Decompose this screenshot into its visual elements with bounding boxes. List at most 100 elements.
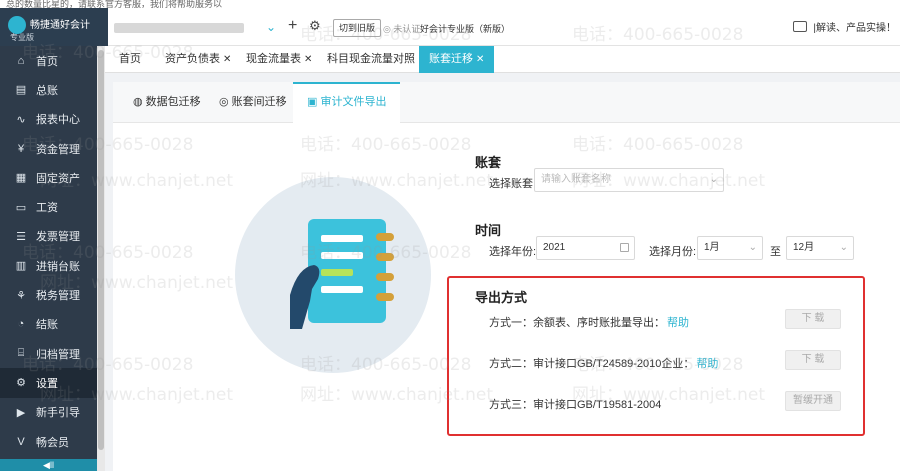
tab-label: 现金流量表 <box>246 53 301 65</box>
gear-icon[interactable]: ⚙ <box>309 18 321 34</box>
sidebar-item-label: 工资 <box>36 202 58 215</box>
subtab-label: 账套间迁移 <box>231 96 287 108</box>
scrollbar-thumb[interactable] <box>98 50 104 450</box>
not-yet-available-button[interactable]: 暂缓开通 <box>785 391 841 411</box>
account-selector[interactable]: ⌄ <box>110 18 282 38</box>
account-section-title: 账套 <box>475 155 502 170</box>
sidebar-item-icon: ▭ <box>15 201 27 214</box>
sidebar-item-icon: ▤ <box>15 84 27 97</box>
time-section-title: 时间 <box>475 223 502 238</box>
transfer-icon: ◎ <box>219 96 229 108</box>
sidebar-item[interactable]: ▦ 固定资产 <box>0 163 97 192</box>
cert-status: ◎ 未认证 <box>383 24 421 34</box>
subtab-audit-export[interactable]: ▣ 审计文件导出 <box>293 82 401 124</box>
sidebar-item[interactable]: V 畅会员 <box>0 427 97 456</box>
export-method-1: 方式一：余额表、序时账批量导出： 帮助 <box>489 314 689 330</box>
sidebar-item-icon: ▦ <box>15 172 27 185</box>
chevron-down-icon: ⌄ <box>839 242 848 253</box>
subtab-label: 审计文件导出 <box>320 96 387 108</box>
chevron-down-icon: ⌄ <box>709 174 718 185</box>
close-icon[interactable]: ✕ <box>304 54 312 65</box>
sidebar-scrollbar[interactable] <box>97 46 105 471</box>
sidebar-item-icon: ∿ <box>16 113 26 126</box>
month-label: 选择月份: <box>649 246 697 258</box>
sidebar-item-icon: ⌂ <box>17 54 25 67</box>
sidebar-item[interactable]: ⌸ 归档管理 <box>0 339 97 368</box>
sidebar-item-label: 报表中心 <box>36 114 80 127</box>
sidebar-item-label: 资金管理 <box>36 143 80 156</box>
sidebar-item-label: 发票管理 <box>36 231 80 244</box>
sidebar-item-icon: V <box>17 435 25 448</box>
sidebar-item-label: 结账 <box>36 319 58 332</box>
sidebar-item[interactable]: ⚙ 设置 <box>0 368 97 398</box>
tab-balance-sheet[interactable]: 资产负债表 ✕ <box>165 46 231 73</box>
month-from-select[interactable]: 1月 ⌄ <box>697 236 763 260</box>
close-icon[interactable]: ✕ <box>223 54 231 65</box>
tab-label: 账套迁移 <box>429 53 473 65</box>
sidebar-item-icon: ▥ <box>15 260 27 273</box>
tab-cash-flow[interactable]: 现金流量表 ✕ <box>246 46 312 73</box>
logo-title: 畅捷通好会计 <box>30 20 90 31</box>
sidebar-item[interactable]: ▭ 工资 <box>0 192 97 221</box>
sidebar-item-label: 总账 <box>36 84 58 97</box>
sidebar-item[interactable]: ∿ 报表中心 <box>0 105 97 134</box>
sidebar-item[interactable]: ⚘ 税务管理 <box>0 280 97 309</box>
tab-home[interactable]: 首页 <box>119 46 141 73</box>
sidebar-item-label: 新手引导 <box>36 407 80 420</box>
app-logo[interactable]: 畅捷通好会计 专业版 <box>0 8 108 46</box>
sidebar-item-icon: ☰ <box>16 230 26 243</box>
subtab-bar: ◍ 数据包迁移 ◎ 账套间迁移 ▣ 审计文件导出 <box>113 82 900 124</box>
sidebar-item-icon: ⚘ <box>16 289 26 302</box>
sidebar-collapse-button[interactable]: ◀ll <box>0 459 97 471</box>
tab-label: 首页 <box>119 53 141 65</box>
sidebar-item-icon: ¥ <box>17 142 25 155</box>
subtab-inter-account-migration[interactable]: ◎ 账套间迁移 <box>219 82 287 123</box>
sidebar-item[interactable]: ▤ 总账 <box>0 75 97 104</box>
method-label: 方式一：余额表、序时账批量导出： <box>489 317 665 329</box>
cert-status-text: 未认证 <box>393 24 421 34</box>
sidebar-item-icon: ⌸ <box>17 347 25 360</box>
year-value: 2021 <box>543 242 566 253</box>
sidebar-item-label: 畅会员 <box>36 436 69 449</box>
sidebar-item[interactable]: ¥ 资金管理 <box>0 134 97 163</box>
year-picker[interactable]: 2021 <box>536 236 635 260</box>
package-icon: ◍ <box>133 96 143 108</box>
sidebar-item-icon: ◔ <box>17 318 25 331</box>
tab-account-migration[interactable]: 账套迁移 ✕ <box>419 46 495 73</box>
sidebar-item[interactable]: ☰ 发票管理 <box>0 222 97 251</box>
export-method-3: 方式三：审计接口GB/T19581-2004 <box>489 396 661 412</box>
download-button-1[interactable]: 下 载 <box>785 309 841 329</box>
account-input[interactable]: 请输入账套名称 ⌄ <box>534 168 724 192</box>
edition-label: 好会计专业版（新版） <box>420 24 511 34</box>
month-from-value: 1月 <box>704 242 720 253</box>
sidebar-item[interactable]: ⌂ 首页 <box>0 46 97 75</box>
sidebar-item[interactable]: ▥ 进销台账 <box>0 251 97 280</box>
tab-bar: 首页 资产负债表✕ 现金流量表✕ 科目现金流量对照✕ 账套迁移✕ <box>105 46 900 73</box>
method-label: 方式三：审计接口GB/T19581-2004 <box>489 399 662 411</box>
export-section-title: 导出方式 <box>475 290 528 305</box>
sidebar-item-label: 固定资产 <box>36 172 80 185</box>
sidebar-item-icon: ⚙ <box>16 377 26 390</box>
sidebar-item[interactable]: ▶ 新手引导 <box>0 398 97 427</box>
help-link[interactable]: 帮助 <box>696 358 718 370</box>
help-link[interactable]: 帮助 <box>667 317 689 329</box>
switch-old-version-button[interactable]: 切到旧版 <box>333 19 382 37</box>
subtab-label: 数据包迁移 <box>145 96 201 108</box>
tv-icon[interactable] <box>793 21 808 32</box>
top-right-text[interactable]: |解读、产品实操！ <box>813 19 896 34</box>
add-icon[interactable]: + <box>288 17 297 35</box>
download-button-2[interactable]: 下 载 <box>785 350 841 370</box>
sidebar-item[interactable]: ◔ 结账 <box>0 310 97 339</box>
logo-subtitle: 专业版 <box>10 33 34 42</box>
top-header: 畅捷通好会计 专业版 ⌄ + ⚙ 切到旧版 ◎ 未认证 好会计专业版（新版） |… <box>0 8 900 46</box>
to-label: 至 <box>770 246 781 258</box>
chevron-down-icon: ⌄ <box>265 20 276 34</box>
notice-bar: 总的数量比星的，请联系官方客服，我们将帮助服务以 <box>0 0 900 8</box>
notebook-illustration-icon <box>290 219 394 329</box>
tab-account-cash-flow[interactable]: 科目现金流量对照✕ <box>327 46 426 73</box>
sidebar-item-label: 首页 <box>36 55 58 68</box>
account-name-blurred <box>114 23 244 33</box>
month-to-select[interactable]: 12月 ⌄ <box>786 236 854 260</box>
subtab-package-migration[interactable]: ◍ 数据包迁移 <box>133 82 201 123</box>
close-icon[interactable]: ✕ <box>476 54 484 65</box>
